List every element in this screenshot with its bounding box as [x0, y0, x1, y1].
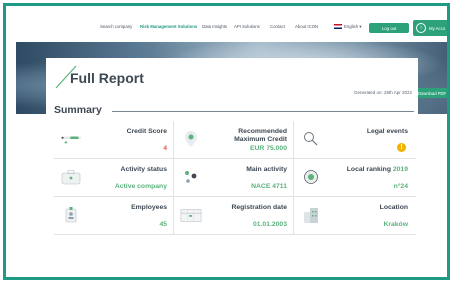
- local-ranking-label: Local ranking 2019: [347, 166, 408, 174]
- nav-search-company[interactable]: Search company: [100, 24, 132, 29]
- generated-date: Generated on: 25th Apr 2022: [353, 90, 412, 95]
- main-activity-cell: Main activity NACE 4711: [174, 159, 294, 196]
- calendar-icon: [180, 205, 202, 225]
- credit-score-value: 4: [163, 145, 167, 152]
- legal-events-cell: Legal events !: [294, 121, 414, 158]
- report-card: Full Report Generated on: 25th Apr 2022 …: [46, 58, 418, 277]
- max-credit-cell: Recommended Maximum Credit EUR 75.000: [174, 121, 294, 158]
- max-credit-value: EUR 75.000: [249, 145, 287, 152]
- user-icon: ○: [416, 23, 426, 33]
- main-activity-value: NACE 4711: [251, 183, 287, 190]
- app-frame: Search company Risk Management Solutions…: [3, 3, 450, 280]
- nav-about[interactable]: About ICON: [295, 24, 318, 29]
- activity-status-cell: Activity status Active company: [54, 159, 174, 196]
- location-pin-icon: [180, 129, 202, 149]
- local-ranking-year: 2019: [392, 166, 408, 173]
- magnifier-icon: [300, 129, 322, 149]
- main-activity-label: Main activity: [246, 166, 287, 173]
- nav-api-solutions[interactable]: API Solutions: [234, 24, 260, 29]
- network-icon: [180, 167, 202, 187]
- local-ranking-cell: Local ranking 2019 n°24: [294, 159, 414, 196]
- top-navigation: Search company Risk Management Solutions…: [6, 6, 447, 42]
- nav-data-insights[interactable]: Data Insights: [202, 24, 227, 29]
- nav-risk-management[interactable]: Risk Management Solutions: [140, 24, 197, 29]
- registration-date-label: Registration date: [231, 204, 287, 211]
- id-badge-icon: [60, 205, 82, 225]
- location-value: Kraków: [383, 221, 408, 228]
- registration-date-value: 01.01.2003: [252, 221, 287, 228]
- language-label: English: [344, 24, 359, 29]
- language-select[interactable]: English ▾: [334, 24, 361, 30]
- target-icon: [300, 167, 322, 187]
- local-ranking-text: Local ranking: [346, 166, 391, 173]
- location-label: Location: [379, 204, 408, 211]
- summary-row: Employees 45 Registration date 01.01.200…: [54, 197, 416, 235]
- credit-score-icon: [60, 129, 82, 149]
- uk-flag-icon: [334, 24, 342, 30]
- local-ranking-value: n°24: [393, 183, 408, 190]
- building-icon: [300, 205, 322, 225]
- summary-divider: [112, 111, 414, 112]
- summary-grid: Credit Score 4 Recommended Maximum Credit…: [54, 121, 416, 235]
- summary-row: Credit Score 4 Recommended Maximum Credit…: [54, 121, 416, 159]
- summary-heading: Summary: [54, 104, 102, 116]
- warning-icon: !: [397, 143, 406, 152]
- login-button[interactable]: Log out: [369, 23, 409, 33]
- briefcase-icon: [60, 167, 82, 187]
- summary-row: Activity status Active company Main acti…: [54, 159, 416, 197]
- max-credit-label: Recommended Maximum Credit: [234, 128, 287, 144]
- activity-status-label: Activity status: [120, 166, 167, 173]
- credit-score-label: Credit Score: [126, 128, 167, 135]
- legal-events-label: Legal events: [366, 128, 408, 135]
- credit-score-cell: Credit Score 4: [54, 121, 174, 158]
- nav-contact[interactable]: Contact: [270, 24, 285, 29]
- employees-label: Employees: [131, 204, 167, 211]
- account-label: My Acco: [429, 25, 446, 31]
- activity-status-value: Active company: [114, 183, 167, 190]
- location-cell: Location Kraków: [294, 197, 414, 234]
- employees-value: 45: [159, 221, 167, 228]
- max-credit-label-line2: Maximum Credit: [234, 136, 287, 143]
- account-button[interactable]: ○ My Acco: [413, 20, 447, 36]
- registration-date-cell: Registration date 01.01.2003: [174, 197, 294, 234]
- employees-cell: Employees 45: [54, 197, 174, 234]
- report-title: Full Report: [70, 70, 144, 86]
- max-credit-label-line1: Recommended: [238, 128, 287, 135]
